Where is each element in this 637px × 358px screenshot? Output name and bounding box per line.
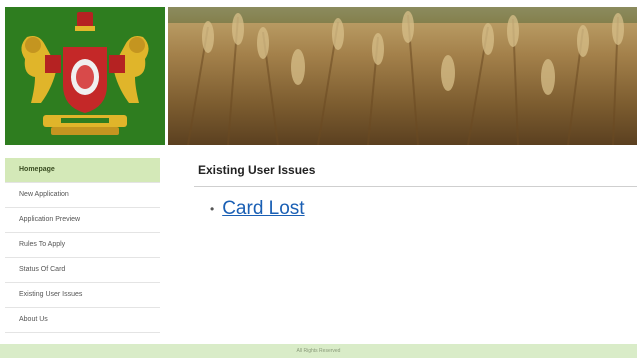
wheat-field-banner <box>168 7 637 145</box>
sidebar-item-new-application[interactable]: New Application <box>5 183 160 208</box>
state-emblem-logo <box>5 7 165 145</box>
page-title: Existing User Issues <box>198 163 316 177</box>
site-header <box>0 0 637 146</box>
card-lost-link[interactable]: Card Lost <box>222 198 304 220</box>
footer-text: All Rights Reserved <box>296 348 341 354</box>
sidebar-item-homepage[interactable]: Homepage <box>5 158 160 183</box>
sidebar-nav: Homepage New Application Application Pre… <box>5 158 160 333</box>
bullet-icon: • <box>210 202 215 216</box>
title-divider <box>194 186 637 187</box>
list-item: • Card Lost <box>210 198 305 220</box>
sidebar-item-rules-to-apply[interactable]: Rules To Apply <box>5 233 160 258</box>
sidebar-item-status-of-card[interactable]: Status Of Card <box>5 258 160 283</box>
main-content: Existing User Issues • Card Lost <box>194 158 637 219</box>
sidebar-item-about-us[interactable]: About Us <box>5 308 160 333</box>
footer: All Rights Reserved <box>0 344 637 358</box>
sidebar-item-existing-user-issues[interactable]: Existing User Issues <box>5 283 160 308</box>
issue-list: • Card Lost <box>210 198 305 220</box>
sidebar-item-application-preview[interactable]: Application Preview <box>5 208 160 233</box>
